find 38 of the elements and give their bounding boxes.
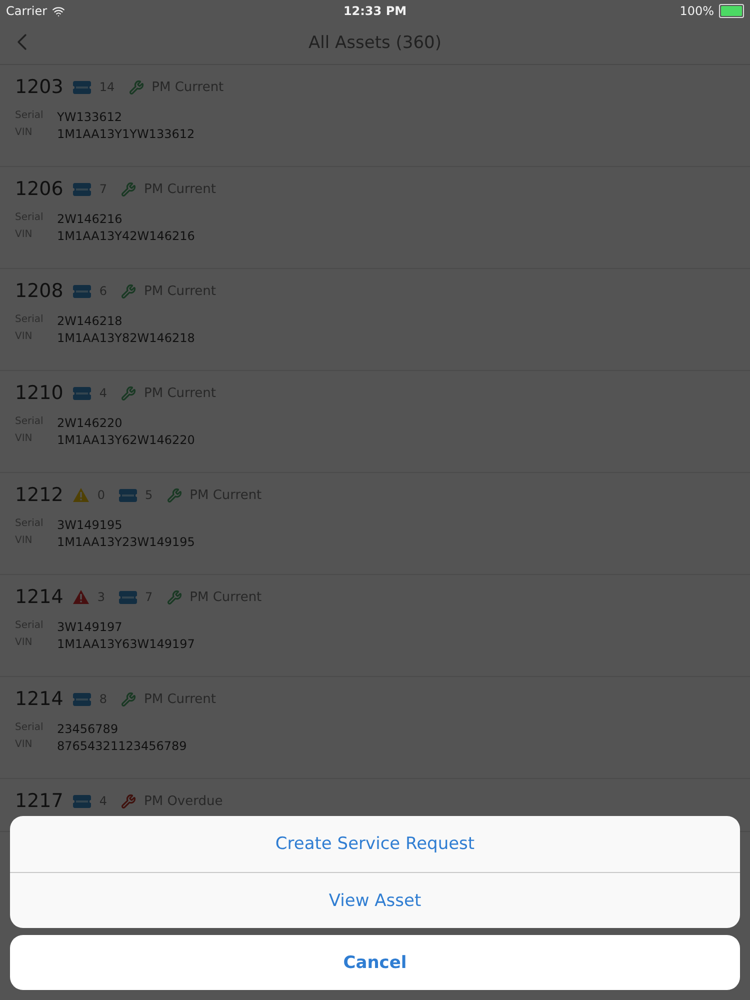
asset-number: 1217 [15,790,64,812]
asset-number: 1214 [15,586,64,608]
serial-value: YW133612 [57,110,122,124]
serial-value: 23456789 [57,722,118,736]
vin-value: 87654321123456789 [57,739,187,753]
ticket-icon [73,182,92,196]
serial-value: 2W146218 [57,314,122,328]
cancel-button[interactable]: Cancel [10,935,740,990]
serial-value: 2W146216 [57,212,122,226]
vin-value: 1M1AA13Y63W149197 [57,637,195,651]
asset-number: 1203 [15,76,64,98]
ticket-icon [119,488,137,502]
vin-value: 1M1AA13Y1YW133612 [57,127,195,141]
vin-value: 1M1AA13Y82W146218 [57,331,195,345]
asset-number: 1210 [15,382,64,404]
ticket-icon [73,386,92,400]
ticket-icon [119,590,137,604]
asset-number: 1208 [15,280,64,302]
ticket-icon [73,284,92,298]
serial-value: 3W149195 [57,518,122,532]
asset-number: 1212 [15,484,64,506]
serial-value: 2W146220 [57,416,122,430]
wifi-icon [52,4,66,18]
ticket-icon [73,80,92,94]
battery-percent: 100% [680,4,714,18]
clock: 12:33 PM [343,4,407,18]
asset-number: 1206 [15,178,64,200]
battery-icon [719,4,744,18]
carrier-label: Carrier [6,4,48,18]
serial-value: 3W149197 [57,620,122,634]
vin-value: 1M1AA13Y23W149195 [57,535,195,549]
ticket-icon [73,692,92,706]
asset-number: 1214 [15,688,64,710]
vin-value: 1M1AA13Y42W146216 [57,229,195,243]
action-button[interactable]: View Asset [10,872,740,928]
action-button[interactable]: Create Service Request [10,816,740,872]
vin-value: 1M1AA13Y62W146220 [57,433,195,447]
ticket-icon [73,794,92,808]
